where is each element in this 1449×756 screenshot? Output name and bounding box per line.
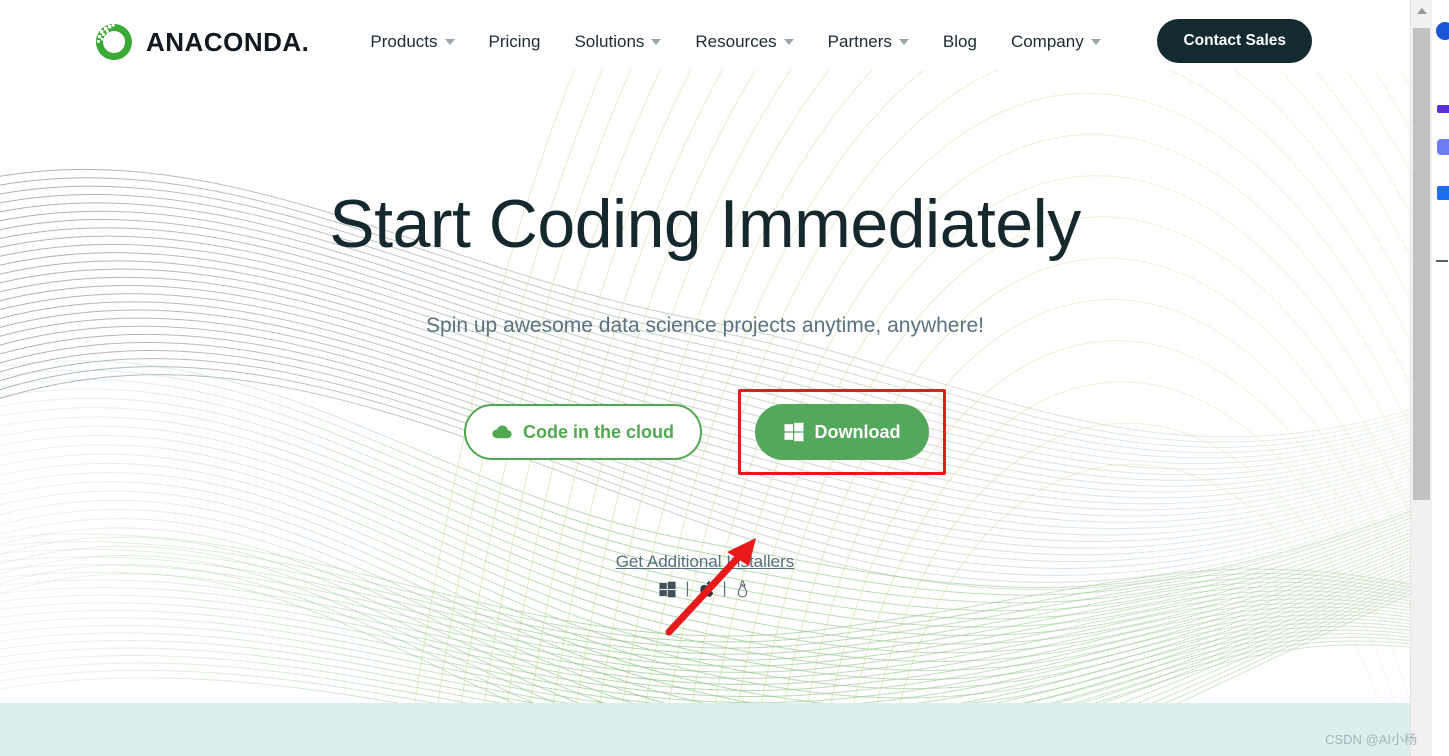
scroll-up-arrow-icon [1416,8,1427,14]
section-band [0,703,1410,756]
scroll-thumb[interactable] [1413,28,1430,500]
site-header: ANACONDA. Products Pricing Solutions Res… [0,0,1410,84]
nav-item-resources[interactable]: Resources [678,22,810,62]
nav-label: Products [370,32,438,51]
watermark: CSDN @AI小杨 [1325,732,1417,747]
edge-icon-1[interactable] [1434,20,1449,42]
nav-label: Resources [695,32,777,51]
hero-section: Start Coding Immediately Spin up awesome… [0,84,1410,703]
primary-navigation: Products Pricing Solutions Resources Par… [353,22,1117,62]
chevron-down-icon [1090,39,1101,45]
brand-name: ANACONDA. [146,27,309,58]
page-title: Start Coding Immediately [329,186,1081,262]
download-highlight-box: Download [738,389,946,475]
nav-item-company[interactable]: Company [994,22,1118,62]
download-button[interactable]: Download [755,404,929,460]
edge-icon-4[interactable] [1434,182,1449,204]
chevron-down-icon [898,39,909,45]
linux-tux-icon[interactable] [736,580,751,598]
code-in-the-cloud-label: Code in the cloud [523,421,674,442]
hero-subtitle: Spin up awesome data science projects an… [426,314,984,337]
download-label: Download [814,421,901,442]
brand-name-suffix: . [301,26,310,57]
additional-installers-section: Get Additional Installers | | [0,552,1410,598]
apple-icon[interactable] [699,580,714,598]
hero-cta-row: Code in the cloud Download [0,389,1410,475]
windows-icon [784,422,803,442]
get-additional-installers-link[interactable]: Get Additional Installers [616,552,795,571]
vertical-scrollbar[interactable] [1410,0,1432,756]
windows-icon[interactable] [659,581,676,598]
installer-icon-row: | | [0,580,1410,598]
anaconda-logo-link[interactable]: ANACONDA. [92,20,309,64]
code-in-the-cloud-button[interactable]: Code in the cloud [464,404,702,460]
edge-icon-2[interactable] [1434,98,1449,120]
contact-sales-button[interactable]: Contact Sales [1157,19,1312,63]
nav-item-products[interactable]: Products [353,22,471,62]
nav-label: Blog [942,32,977,51]
edge-icon-5[interactable] [1434,250,1449,272]
nav-label: Company [1010,32,1084,51]
scroll-up-arrow[interactable] [1411,0,1432,22]
icon-separator: | [722,580,727,597]
nav-item-pricing[interactable]: Pricing [472,22,558,62]
nav-item-solutions[interactable]: Solutions [557,22,678,62]
chevron-down-icon [651,39,662,45]
nav-label: Solutions [574,32,645,51]
chevron-down-icon [444,39,455,45]
brand-name-text: ANACONDA [146,26,302,57]
chevron-down-icon [783,39,794,45]
cloud-icon [492,425,512,439]
anaconda-ring-logo-icon [95,24,132,60]
icon-separator: | [685,580,690,597]
nav-item-partners[interactable]: Partners [811,22,926,62]
nav-item-blog[interactable]: Blog [926,22,994,62]
edge-icon-strip [1432,0,1449,756]
web-page: ANACONDA. Products Pricing Solutions Res… [0,0,1410,756]
nav-label: Partners [827,32,892,51]
nav-label: Pricing [488,32,541,51]
edge-icon-3[interactable] [1434,136,1449,158]
